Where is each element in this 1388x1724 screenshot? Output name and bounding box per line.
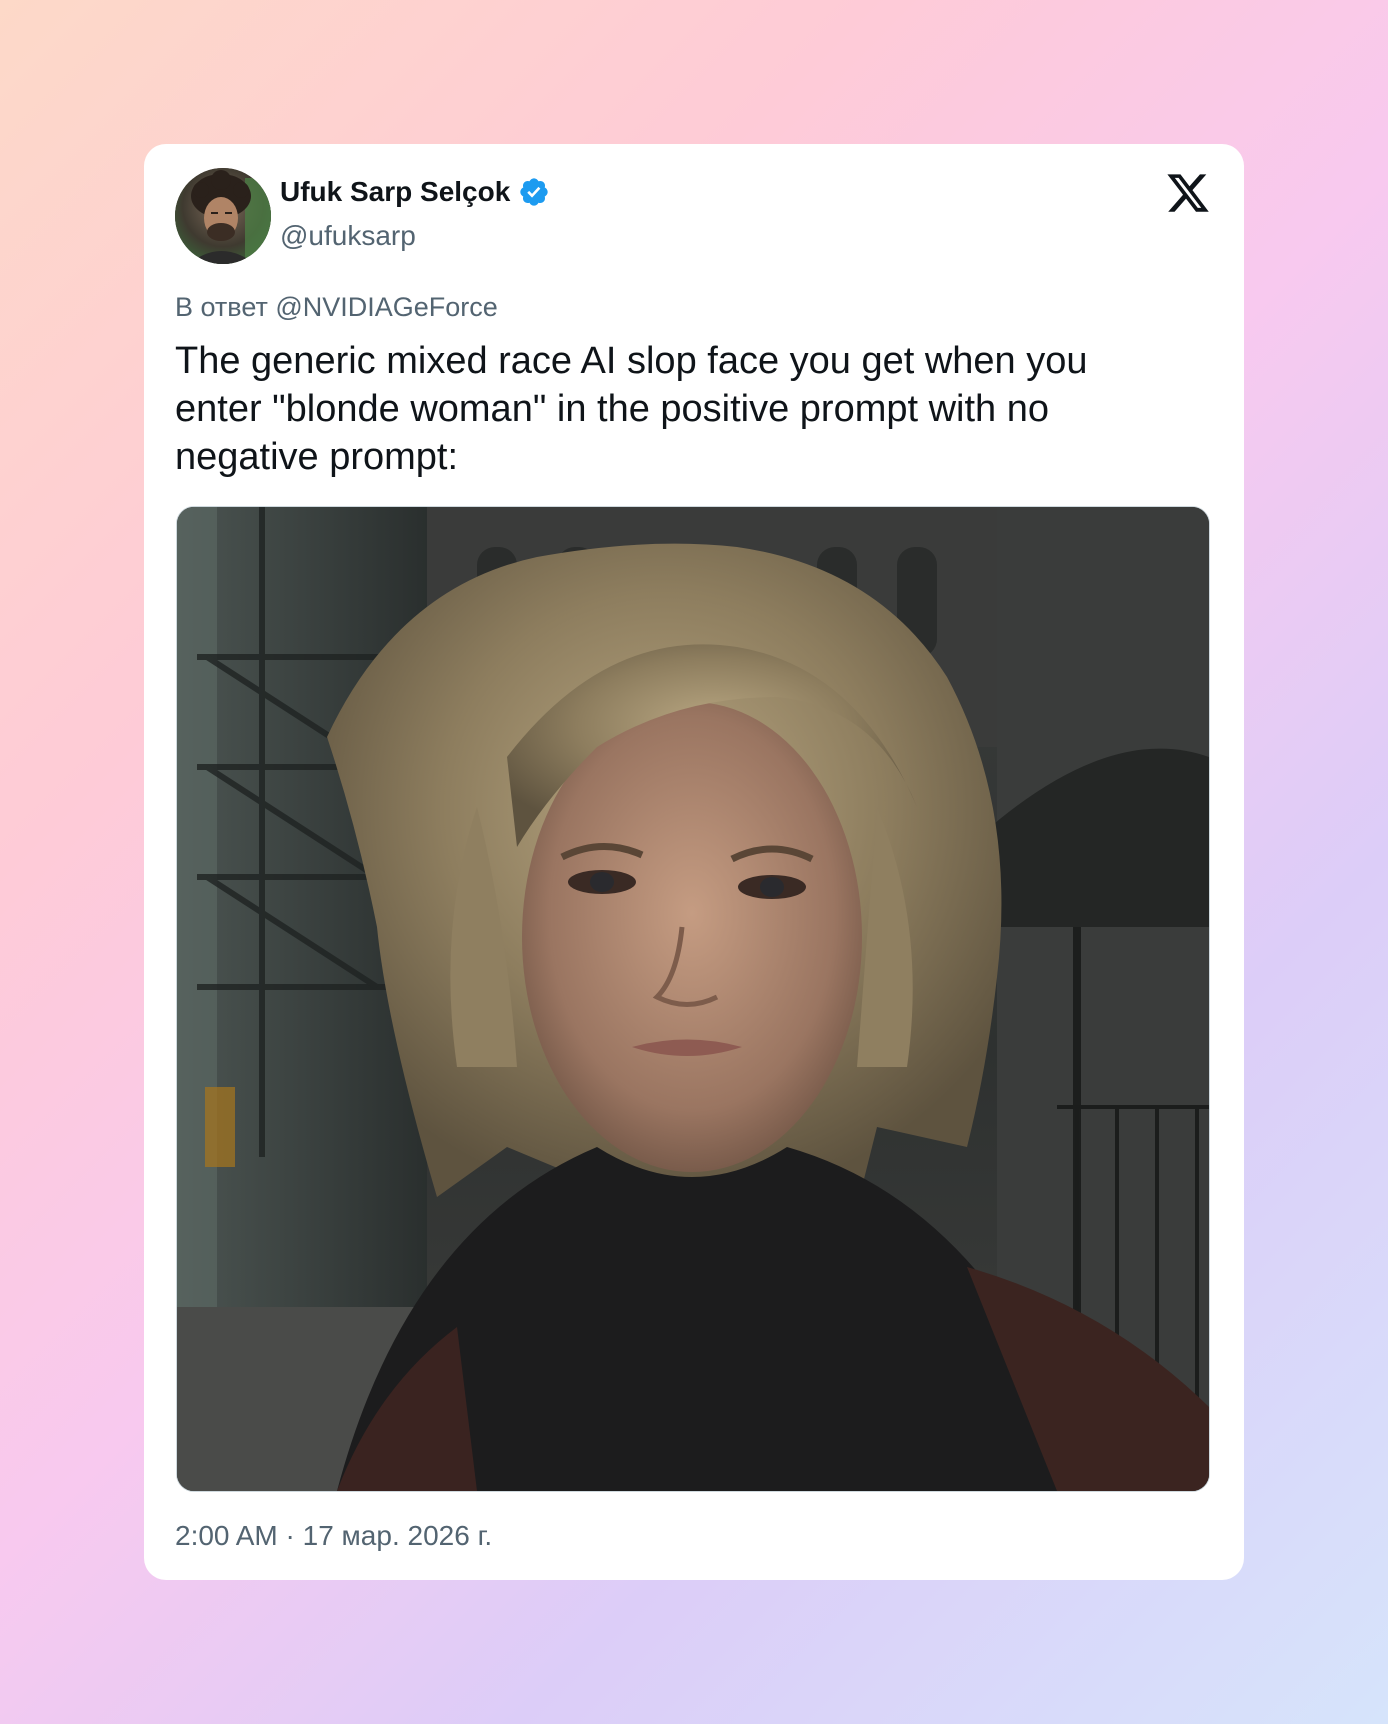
author-display-name[interactable]: Ufuk Sarp Selçok <box>280 176 510 208</box>
reply-prefix: В ответ <box>175 292 268 322</box>
tweet-media-image[interactable] <box>176 506 1210 1492</box>
tweet-time: 2:00 AM <box>175 1520 278 1551</box>
verified-badge-icon <box>518 176 550 208</box>
tweet-date: 17 мар. 2026 г. <box>302 1520 493 1551</box>
tweet-timestamp[interactable]: 2:00 AM · 17 мар. 2026 г. <box>175 1520 492 1552</box>
x-logo-icon[interactable] <box>1165 170 1211 216</box>
author-handle[interactable]: @ufuksarp <box>280 220 416 252</box>
tweet-card: Ufuk Sarp Selçok @ufuksarp В ответ @NVID… <box>144 144 1244 1580</box>
reply-mention-link[interactable]: @NVIDIAGeForce <box>275 292 497 322</box>
avatar-photo <box>175 168 271 264</box>
media-photo <box>177 507 1209 1491</box>
reply-context: В ответ @NVIDIAGeForce <box>175 292 498 323</box>
tweet-body-text: The generic mixed race AI slop face you … <box>175 340 1088 478</box>
timestamp-separator: · <box>285 1520 295 1551</box>
author-avatar[interactable] <box>175 168 271 264</box>
author-name-row: Ufuk Sarp Selçok <box>280 176 550 208</box>
